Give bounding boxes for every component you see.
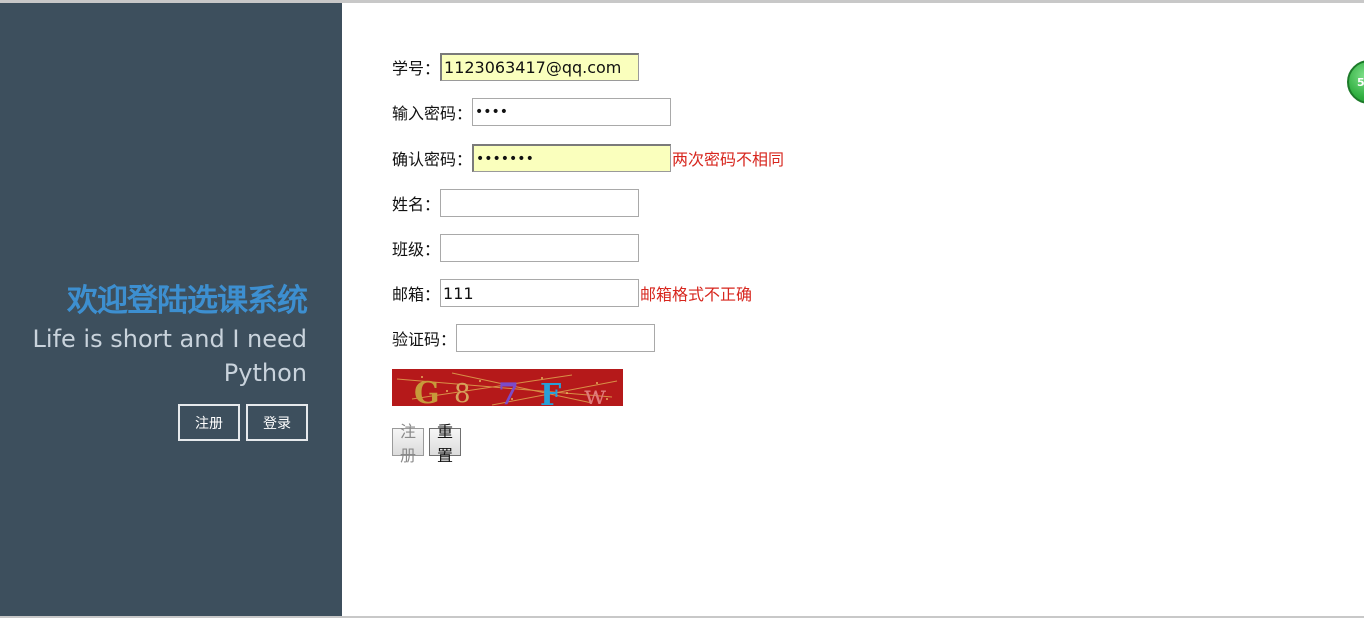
- captcha-row: 验证码：: [392, 324, 656, 352]
- name-input[interactable]: [440, 189, 640, 217]
- captcha-char-1: G: [414, 376, 440, 406]
- email-input[interactable]: 111: [440, 279, 640, 307]
- brand: 欢迎登陆选课系统 Life is short and I need Python: [7, 281, 308, 390]
- captcha-graphic: G 8 7 F w: [392, 369, 623, 406]
- confirm-password-row: 确认密码： ••••••• 两次密码不相同: [392, 144, 784, 172]
- captcha-input[interactable]: [456, 324, 656, 352]
- email-error: 邮箱格式不正确: [640, 285, 753, 304]
- captcha-char-5: w: [584, 381, 606, 406]
- email-row: 邮箱： 111 邮箱格式不正确: [392, 279, 752, 307]
- password-input[interactable]: ••••: [472, 98, 672, 126]
- password-value: ••••: [475, 104, 509, 120]
- reset-button[interactable]: 重置: [429, 422, 462, 465]
- email-label: 邮箱：: [392, 285, 441, 304]
- captcha-char-3: 7: [498, 377, 519, 406]
- sidebar: 欢迎登陆选课系统 Life is short and I need Python…: [0, 3, 342, 616]
- sidebar-login-button[interactable]: 登录: [246, 404, 308, 441]
- class-input[interactable]: [440, 234, 640, 262]
- name-label: 姓名：: [392, 195, 441, 214]
- class-row: 班级：: [392, 234, 640, 262]
- sidebar-actions: 注册 登录: [178, 404, 308, 441]
- floating-badge-text: 56: [1357, 75, 1364, 89]
- class-label: 班级：: [392, 240, 441, 259]
- captcha-image[interactable]: G 8 7 F w: [392, 369, 623, 406]
- password-label: 输入密码：: [392, 104, 473, 123]
- page: 欢迎登陆选课系统 Life is short and I need Python…: [0, 0, 1364, 618]
- sidebar-register-button[interactable]: 注册: [178, 404, 240, 441]
- form-actions: 注册 重置: [392, 422, 462, 465]
- submit-register-button[interactable]: 注册: [392, 422, 425, 465]
- confirm-password-error: 两次密码不相同: [672, 150, 785, 169]
- captcha-label: 验证码：: [392, 330, 457, 349]
- slogan: Life is short and I need Python: [32, 325, 307, 387]
- captcha-char-4: F: [540, 378, 561, 406]
- student-id-row: 学号： 1123063417@qq.com: [392, 53, 640, 81]
- captcha-char-2: 8: [454, 379, 471, 406]
- confirm-password-label: 确认密码：: [392, 150, 473, 169]
- name-row: 姓名：: [392, 189, 640, 217]
- student-id-value: 1123063417@qq.com: [444, 58, 622, 77]
- student-id-label: 学号：: [392, 59, 441, 78]
- welcome-title: 欢迎登陆选课系统: [67, 283, 308, 319]
- confirm-password-value: •••••••: [476, 150, 534, 167]
- email-value: 111: [443, 283, 474, 303]
- student-id-input[interactable]: 1123063417@qq.com: [440, 53, 640, 81]
- confirm-password-input[interactable]: •••••••: [472, 144, 672, 172]
- password-row: 输入密码： ••••: [392, 98, 672, 126]
- floating-badge[interactable]: 56: [1347, 60, 1364, 104]
